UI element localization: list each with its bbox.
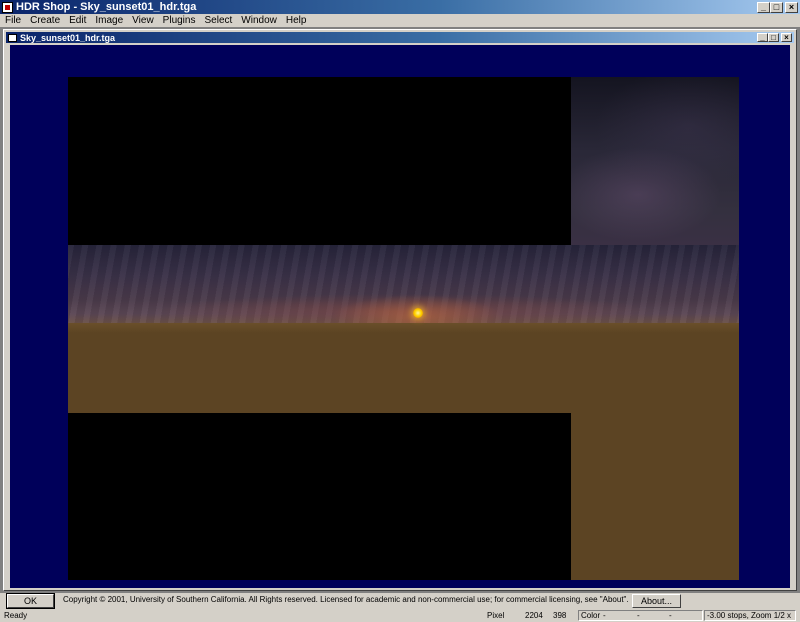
- menu-bar: File Create Edit Image View Plugins Sele…: [0, 14, 800, 27]
- status-color-g: -: [637, 611, 640, 620]
- document-window-controls: _ □ ×: [757, 33, 792, 42]
- ground-edge-shade: [68, 323, 739, 333]
- status-pixel-label: Pixel: [487, 611, 505, 620]
- info-bar: OK Copyright © 2001, University of South…: [0, 593, 800, 610]
- app-maximize-button[interactable]: □: [770, 1, 783, 13]
- sky-face-top: [571, 77, 739, 245]
- document-icon[interactable]: [8, 33, 17, 42]
- menu-edit[interactable]: Edit: [64, 15, 90, 27]
- copyright-text: Copyright © 2001, University of Southern…: [63, 595, 629, 604]
- document-close-button[interactable]: ×: [781, 33, 792, 42]
- app-minimize-button[interactable]: _: [757, 1, 770, 13]
- status-ready: Ready: [4, 611, 28, 620]
- sun: [413, 308, 423, 318]
- status-bar: Ready Pixel 2204 398 Color - - - -3.00 s…: [0, 610, 800, 622]
- hdr-cross-image[interactable]: [68, 77, 739, 580]
- menu-create[interactable]: Create: [25, 15, 64, 27]
- app-window-controls: _ □ ×: [757, 1, 798, 13]
- sky-horizon-band: [68, 245, 739, 323]
- menu-view[interactable]: View: [127, 15, 158, 27]
- status-color-label: Color: [581, 611, 601, 620]
- menu-image[interactable]: Image: [90, 15, 127, 27]
- status-color-panel: Color - - -: [578, 610, 703, 621]
- ground-band: [68, 323, 739, 413]
- document-minimize-button[interactable]: _: [757, 33, 768, 42]
- status-pixel-y: 398: [553, 611, 567, 620]
- menu-plugins[interactable]: Plugins: [158, 15, 200, 27]
- empty-region-upper: [68, 77, 571, 245]
- app-title: HDR Shop - Sky_sunset01_hdr.tga: [16, 1, 197, 13]
- ok-button[interactable]: OK: [7, 594, 54, 608]
- document-title: Sky_sunset01_hdr.tga: [20, 32, 116, 43]
- status-exposure-zoom: -3.00 stops, Zoom 1/2 x: [704, 610, 796, 621]
- menu-window[interactable]: Window: [236, 15, 281, 27]
- hdr-shop-app-icon[interactable]: [2, 1, 13, 13]
- document-maximize-button[interactable]: □: [768, 33, 779, 42]
- app-close-button[interactable]: ×: [785, 1, 798, 13]
- menu-select[interactable]: Select: [199, 15, 236, 27]
- empty-region-lower: [68, 413, 571, 580]
- status-pixel-x: 2204: [525, 611, 543, 620]
- status-color-b: -: [669, 611, 672, 620]
- menu-help[interactable]: Help: [281, 15, 311, 27]
- status-color-r: -: [603, 611, 606, 620]
- image-canvas[interactable]: [10, 45, 790, 588]
- document-titlebar[interactable]: Sky_sunset01_hdr.tga _ □ ×: [6, 32, 794, 43]
- about-button[interactable]: About...: [632, 594, 681, 608]
- mdi-workspace: Sky_sunset01_hdr.tga _ □ ×: [0, 27, 800, 593]
- ground-face-bottom: [571, 413, 739, 580]
- app-titlebar[interactable]: HDR Shop - Sky_sunset01_hdr.tga _ □ ×: [0, 0, 800, 14]
- menu-file[interactable]: File: [0, 15, 25, 27]
- image-document-window[interactable]: Sky_sunset01_hdr.tga _ □ ×: [3, 29, 797, 591]
